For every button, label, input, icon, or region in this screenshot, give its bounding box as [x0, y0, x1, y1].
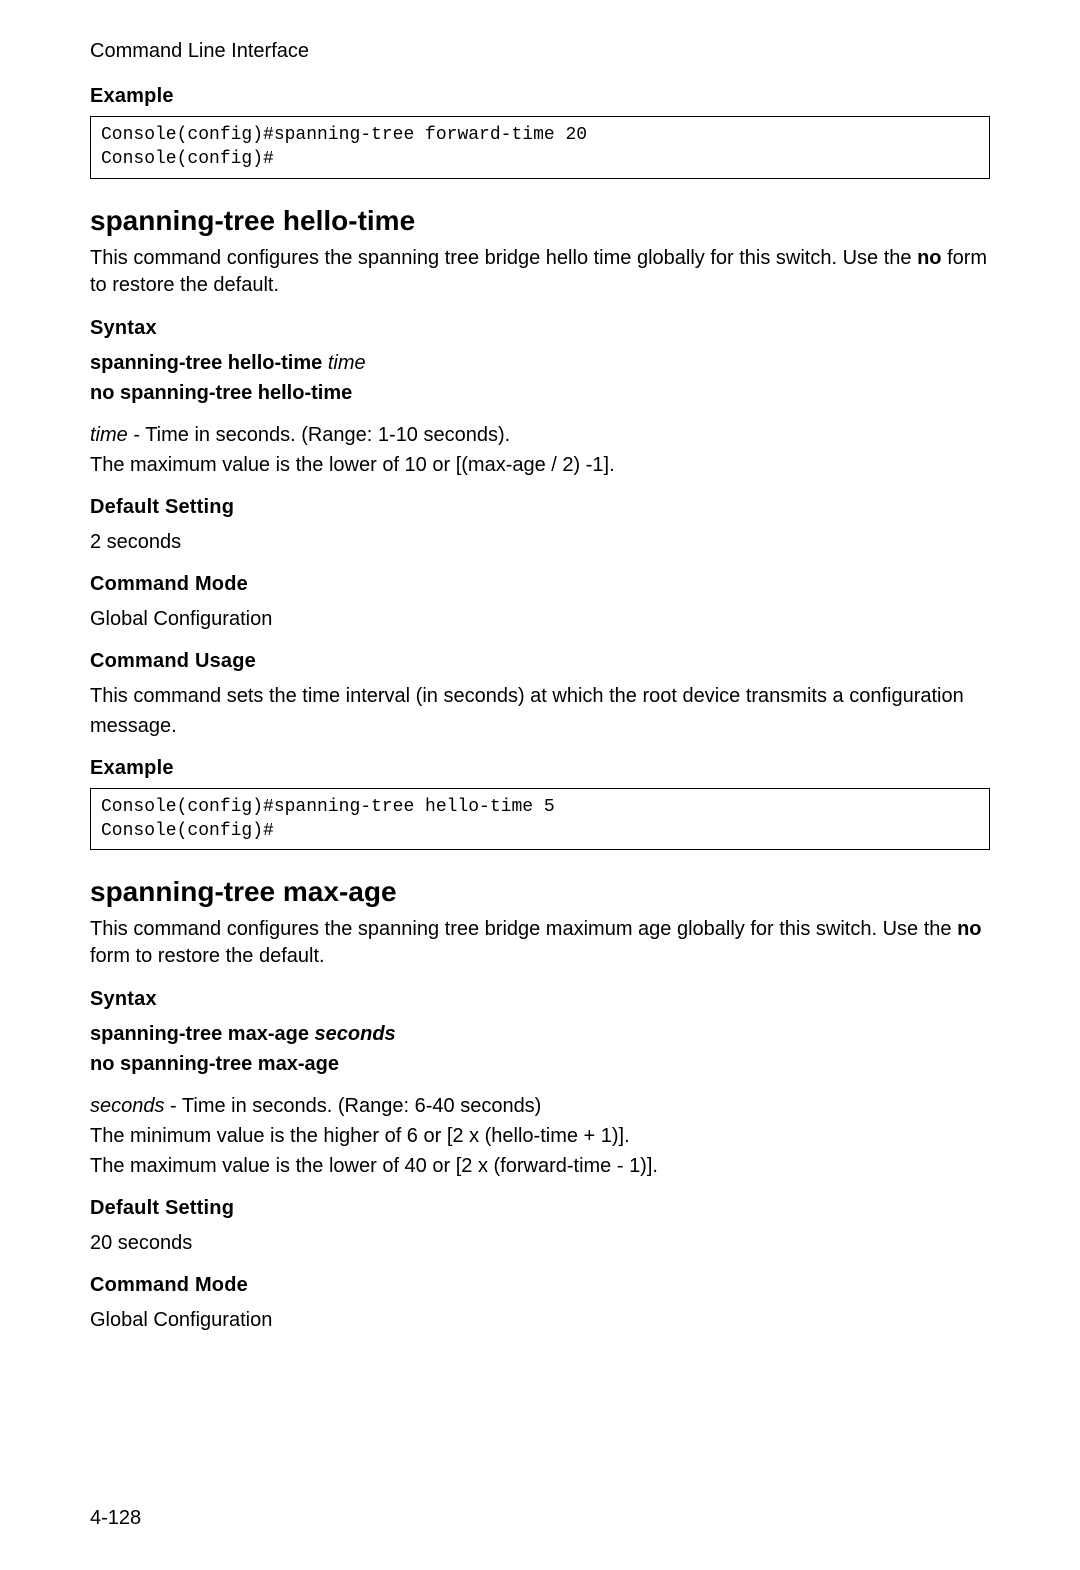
param-extra: The maximum value is the lower of 10 or …: [90, 454, 615, 476]
section-label-default: Default Setting: [90, 496, 990, 519]
keyword-no: no: [917, 247, 941, 269]
syntax-block: spanning-tree max-age seconds no spannin…: [90, 1019, 990, 1079]
param-block: time - Time in seconds. (Range: 1-10 sec…: [90, 420, 990, 480]
section-label-mode: Command Mode: [90, 1274, 990, 1297]
param-extra: The minimum value is the higher of 6 or …: [90, 1125, 630, 1147]
code-block: Console(config)#spanning-tree hello-time…: [90, 788, 990, 851]
section-label-mode: Command Mode: [90, 573, 990, 596]
section-label-usage: Command Usage: [90, 650, 990, 673]
section-label-default: Default Setting: [90, 1197, 990, 1220]
section-label-syntax: Syntax: [90, 988, 990, 1011]
section-label-syntax: Syntax: [90, 317, 990, 340]
usage-text: This command sets the time interval (in …: [90, 681, 990, 741]
command-intro: This command configures the spanning tre…: [90, 245, 990, 299]
default-value: 20 seconds: [90, 1228, 990, 1258]
syntax-no-form: no spanning-tree max-age: [90, 1053, 339, 1075]
syntax-command: spanning-tree hello-time: [90, 352, 328, 374]
param-desc: - Time in seconds. (Range: 1-10 seconds)…: [128, 424, 510, 446]
param-extra: The maximum value is the lower of 40 or …: [90, 1155, 658, 1177]
command-title-hello-time: spanning-tree hello-time: [90, 205, 990, 237]
syntax-arg: time: [328, 352, 366, 374]
code-block: Console(config)#spanning-tree forward-ti…: [90, 116, 990, 179]
command-title-max-age: spanning-tree max-age: [90, 876, 990, 908]
syntax-command: spanning-tree max-age: [90, 1023, 315, 1045]
page-number: 4-128: [90, 1507, 141, 1530]
param-desc: - Time in seconds. (Range: 6-40 seconds): [165, 1095, 542, 1117]
keyword-no: no: [957, 918, 981, 940]
syntax-no-form: no spanning-tree hello-time: [90, 382, 352, 404]
section-label-example: Example: [90, 85, 990, 108]
param-name: time: [90, 424, 128, 446]
mode-value: Global Configuration: [90, 1305, 990, 1335]
mode-value: Global Configuration: [90, 604, 990, 634]
param-block: seconds - Time in seconds. (Range: 6-40 …: [90, 1091, 990, 1181]
syntax-block: spanning-tree hello-time time no spannin…: [90, 348, 990, 408]
syntax-arg: seconds: [315, 1023, 396, 1045]
param-name: seconds: [90, 1095, 165, 1117]
text: This command configures the spanning tre…: [90, 918, 957, 940]
running-header: Command Line Interface: [90, 40, 990, 63]
text: form to restore the default.: [90, 945, 325, 967]
command-intro: This command configures the spanning tre…: [90, 916, 990, 970]
text: This command configures the spanning tre…: [90, 247, 917, 269]
default-value: 2 seconds: [90, 527, 990, 557]
section-label-example: Example: [90, 757, 990, 780]
